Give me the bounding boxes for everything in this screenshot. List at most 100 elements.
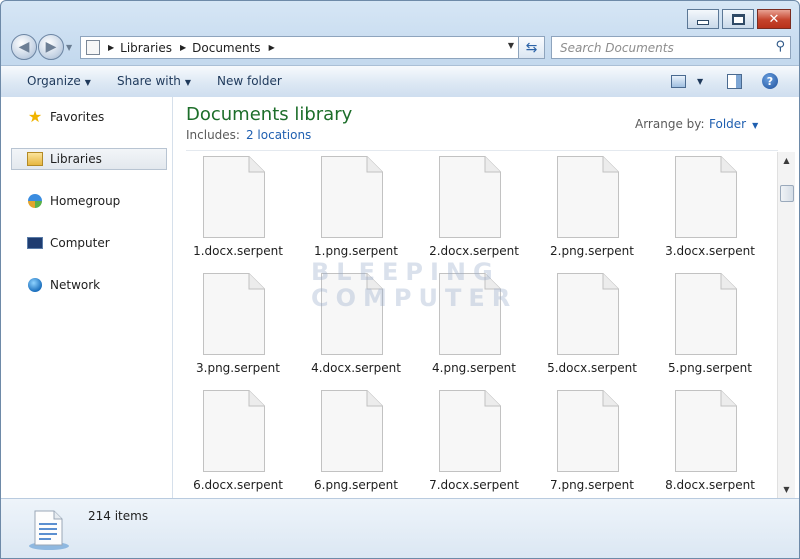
library-includes: Includes: 2 locations <box>186 128 312 142</box>
file-item[interactable]: 6.docx.serpent <box>179 387 297 498</box>
scroll-up-arrow-icon[interactable]: ▲ <box>778 152 795 169</box>
search-box[interactable]: ⚲ <box>551 36 791 59</box>
refresh-icon: ⇆ <box>525 39 538 56</box>
blank-file-icon <box>557 273 619 355</box>
blank-file-icon <box>321 273 383 355</box>
file-name: 7.docx.serpent <box>429 478 519 492</box>
navigation-pane: ★ Favorites Libraries Homegroup Computer… <box>1 97 173 498</box>
documents-library-icon <box>29 510 69 550</box>
search-icon[interactable]: ⚲ <box>775 39 785 54</box>
file-item[interactable]: 7.docx.serpent <box>415 387 533 498</box>
item-count: 214 items <box>88 509 149 523</box>
blank-file-icon <box>557 156 619 238</box>
file-name: 5.docx.serpent <box>547 361 637 375</box>
file-item[interactable]: 6.png.serpent <box>297 387 415 498</box>
scroll-down-arrow-icon[interactable]: ▼ <box>778 481 795 498</box>
caption-buttons: ✕ <box>687 9 791 29</box>
file-name: 8.docx.serpent <box>665 478 755 492</box>
file-name: 2.docx.serpent <box>429 244 519 258</box>
nav-item-favorites[interactable]: ★ Favorites <box>11 107 165 127</box>
scrollbar-thumb[interactable] <box>780 185 794 202</box>
blank-file-icon <box>203 156 265 238</box>
new-folder-button[interactable]: New folder <box>217 74 282 88</box>
explorer-window: ✕ ◀ ▶ ▼ ▶ Libraries ▶ Documents ▶ ▼ ⇆ ⚲ … <box>0 0 800 559</box>
view-options-dropdown[interactable]: ▼ <box>697 77 703 86</box>
breadcrumb-chevron-icon[interactable]: ▶ <box>180 43 186 52</box>
nav-item-network[interactable]: Network <box>11 275 165 295</box>
file-name: 4.png.serpent <box>432 361 516 375</box>
chevron-down-icon: ▼ <box>184 78 192 87</box>
forward-button[interactable]: ▶ <box>38 34 64 60</box>
nav-item-homegroup[interactable]: Homegroup <box>11 191 165 211</box>
file-item[interactable]: 7.png.serpent <box>533 387 651 498</box>
blank-file-icon <box>321 156 383 238</box>
file-item[interactable]: 4.docx.serpent <box>297 270 415 382</box>
homegroup-icon <box>27 193 43 209</box>
blank-file-icon <box>557 390 619 472</box>
share-with-button[interactable]: Share with ▼ <box>117 74 191 88</box>
vertical-scrollbar[interactable]: ▲ ▼ <box>777 152 795 498</box>
blank-file-icon <box>439 156 501 238</box>
file-name: 6.docx.serpent <box>193 478 283 492</box>
details-pane: 214 items <box>1 498 799 558</box>
maximize-button[interactable] <box>722 9 754 29</box>
file-item[interactable]: 1.docx.serpent <box>179 153 297 265</box>
file-item[interactable]: 5.docx.serpent <box>533 270 651 382</box>
file-name: 7.png.serpent <box>550 478 634 492</box>
breadcrumb-chevron-icon[interactable]: ▶ <box>108 43 114 52</box>
chevron-down-icon: ▼ <box>84 78 91 87</box>
chevron-down-icon: ▼ <box>66 43 73 52</box>
file-item[interactable]: 1.png.serpent <box>297 153 415 265</box>
refresh-button[interactable]: ⇆ <box>518 36 545 59</box>
file-item[interactable]: 2.png.serpent <box>533 153 651 265</box>
file-item[interactable]: 2.docx.serpent <box>415 153 533 265</box>
file-name: 1.docx.serpent <box>193 244 283 258</box>
file-item[interactable]: 5.png.serpent <box>651 270 769 382</box>
file-name: 2.png.serpent <box>550 244 634 258</box>
blank-file-icon <box>203 273 265 355</box>
search-input[interactable] <box>558 39 772 56</box>
help-icon[interactable]: ? <box>762 73 778 89</box>
nav-item-libraries[interactable]: Libraries <box>11 148 167 170</box>
close-button[interactable]: ✕ <box>757 9 791 29</box>
preview-pane-icon[interactable] <box>727 74 742 89</box>
file-name: 3.docx.serpent <box>665 244 755 258</box>
file-item[interactable]: 4.png.serpent <box>415 270 533 382</box>
star-icon: ★ <box>27 107 43 126</box>
change-view-icon[interactable] <box>671 75 686 88</box>
arrange-by-label: Arrange by: <box>635 117 705 131</box>
file-name: 3.png.serpent <box>196 361 280 375</box>
document-icon <box>86 40 100 55</box>
address-bar[interactable]: ▶ Libraries ▶ Documents ▶ ▼ <box>80 36 519 59</box>
blank-file-icon <box>321 390 383 472</box>
breadcrumb-documents[interactable]: Documents <box>192 41 260 55</box>
file-name: 1.png.serpent <box>314 244 398 258</box>
breadcrumb-chevron-icon[interactable]: ▶ <box>269 43 275 52</box>
breadcrumb-libraries[interactable]: Libraries <box>120 41 172 55</box>
minimize-button[interactable] <box>687 9 719 29</box>
command-bar: Organize ▼ Share with ▼ New folder ▼ ? <box>1 65 799 98</box>
file-item[interactable]: 3.docx.serpent <box>651 153 769 265</box>
nav-item-computer[interactable]: Computer <box>11 233 165 253</box>
arrow-left-icon: ◀ <box>18 39 30 55</box>
organize-button[interactable]: Organize ▼ <box>27 74 91 88</box>
arrange-by-dropdown[interactable]: Folder ▼ <box>709 117 758 131</box>
file-list-pane: Documents library Includes: 2 locations A… <box>173 97 799 498</box>
address-dropdown-icon[interactable]: ▼ <box>508 41 514 50</box>
library-locations-link[interactable]: 2 locations <box>246 128 311 142</box>
file-name: 5.png.serpent <box>668 361 752 375</box>
file-item[interactable]: 3.png.serpent <box>179 270 297 382</box>
blank-file-icon <box>675 390 737 472</box>
blank-file-icon <box>675 156 737 238</box>
file-grid: 1.docx.serpent 1.png.serpent 2.docx.serpen… <box>179 153 779 498</box>
chevron-down-icon: ▼ <box>752 121 759 130</box>
network-icon <box>27 277 43 293</box>
minimize-icon <box>697 19 709 25</box>
back-button[interactable]: ◀ <box>11 34 37 60</box>
maximize-icon <box>731 13 745 25</box>
header-divider <box>186 150 778 151</box>
blank-file-icon <box>439 390 501 472</box>
file-item[interactable]: 8.docx.serpent <box>651 387 769 498</box>
computer-icon <box>27 235 43 251</box>
recent-pages-dropdown[interactable]: ▼ <box>66 43 72 52</box>
